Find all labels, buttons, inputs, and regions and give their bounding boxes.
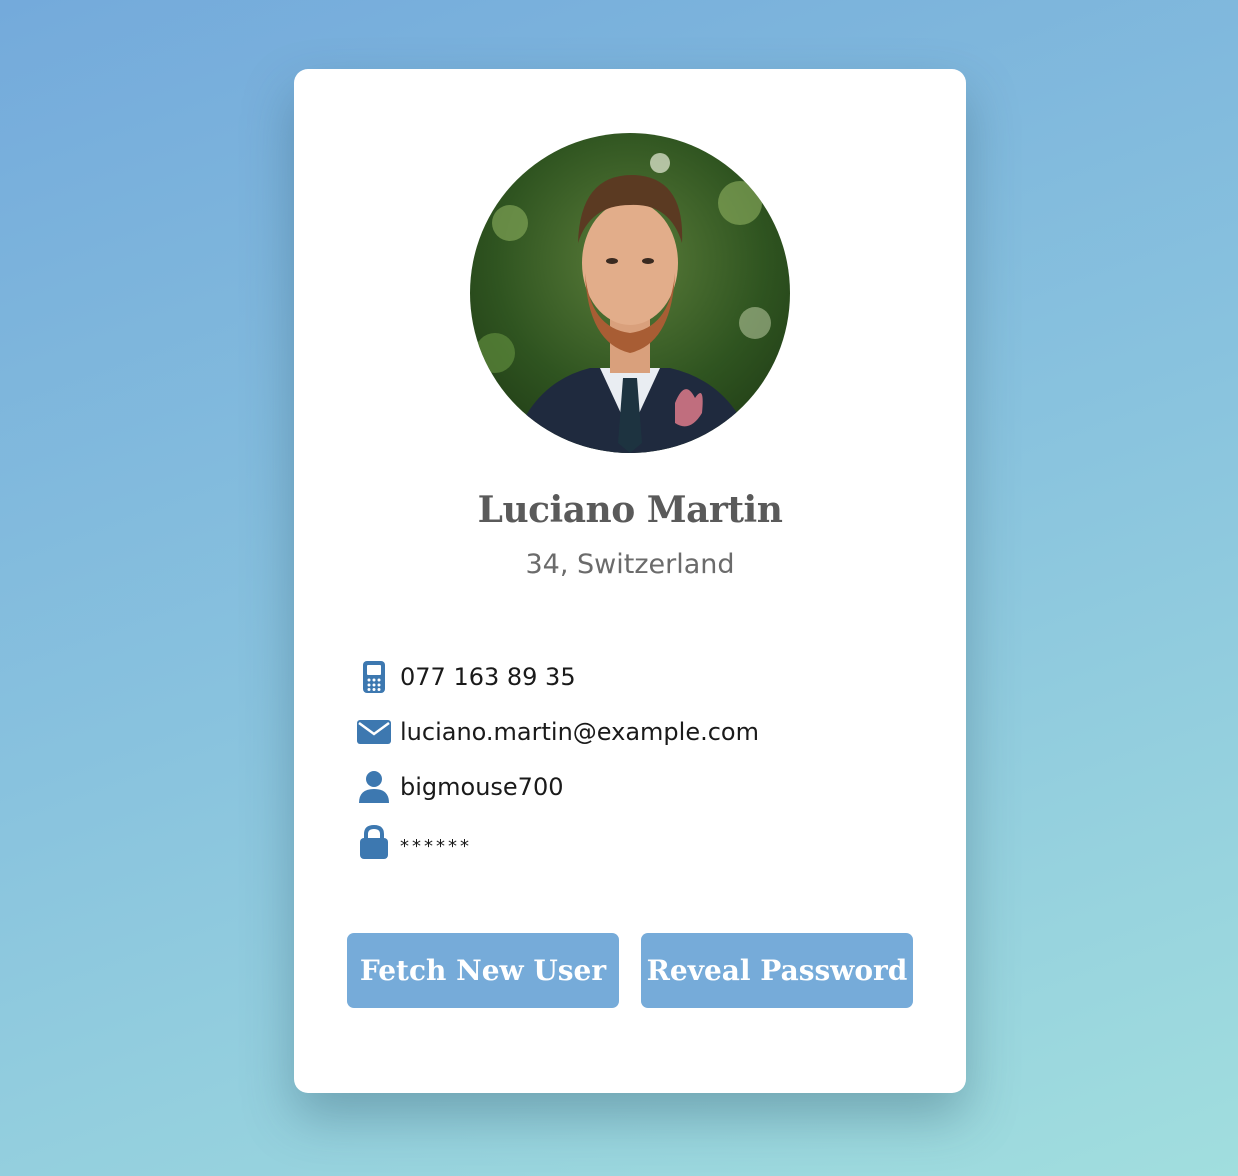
user-card: Luciano Martin 34, Switzerland 077 163 8… bbox=[294, 69, 966, 1093]
user-age-country: 34, Switzerland bbox=[525, 549, 735, 580]
avatar-photo bbox=[470, 133, 790, 453]
email-text: luciano.martin@example.com bbox=[400, 717, 759, 746]
username-text: bigmouse700 bbox=[400, 772, 564, 801]
avatar bbox=[470, 133, 790, 453]
user-icon bbox=[356, 769, 392, 805]
username-row: bigmouse700 bbox=[356, 759, 916, 814]
phone-row: 077 163 89 35 bbox=[356, 649, 916, 704]
mobile-phone-icon bbox=[356, 659, 392, 695]
fetch-new-user-button[interactable]: Fetch New User bbox=[347, 933, 619, 1008]
user-name: Luciano Martin bbox=[477, 489, 783, 531]
user-details: 077 163 89 35 luciano.martin@example.com… bbox=[356, 649, 916, 869]
password-text: ****** bbox=[400, 836, 472, 857]
email-row: luciano.martin@example.com bbox=[356, 704, 916, 759]
envelope-icon bbox=[356, 714, 392, 750]
password-row: ****** bbox=[356, 814, 916, 869]
lock-icon bbox=[356, 824, 392, 860]
phone-text: 077 163 89 35 bbox=[400, 662, 576, 691]
reveal-password-button[interactable]: Reveal Password bbox=[641, 933, 913, 1008]
